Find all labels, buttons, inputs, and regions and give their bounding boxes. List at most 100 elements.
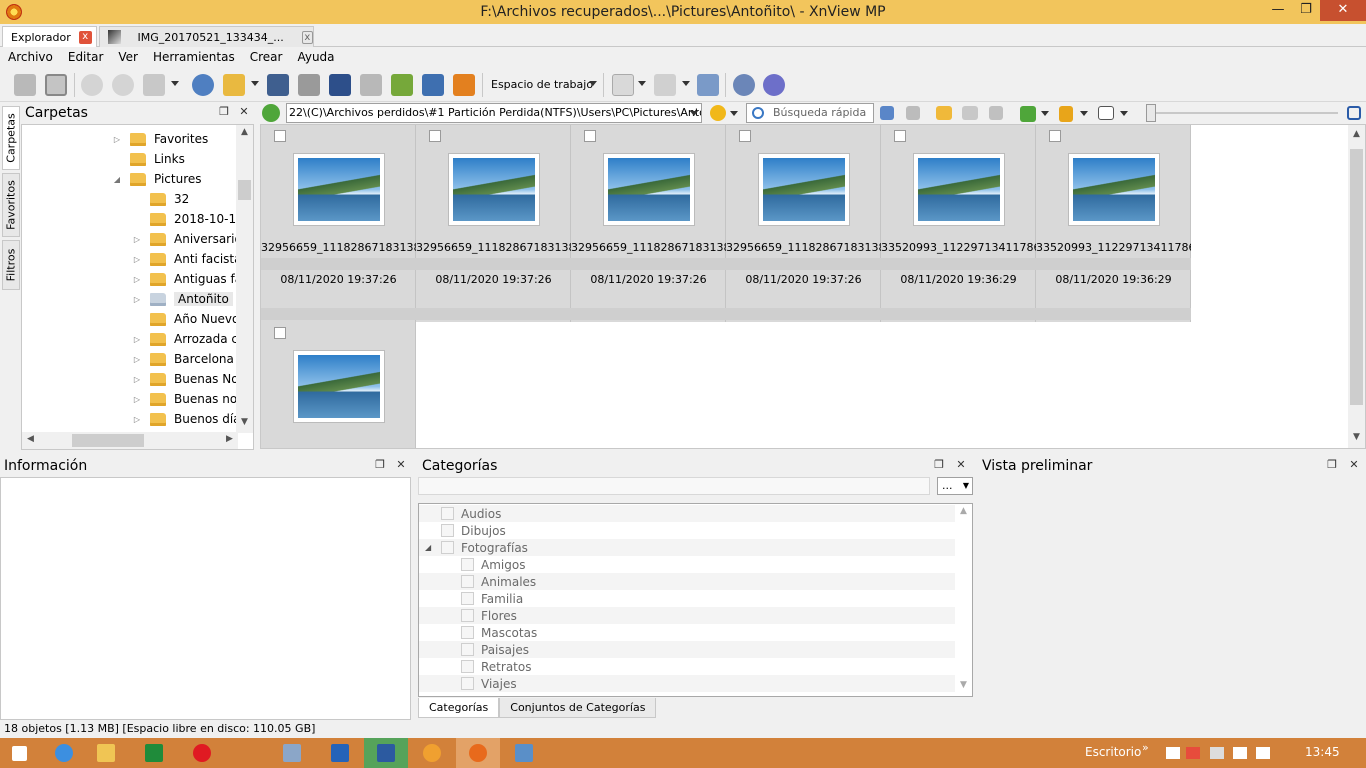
rotate-left-icon[interactable]: [81, 74, 103, 96]
view-mode-icon[interactable]: [1098, 106, 1114, 120]
expand-arrow-icon[interactable]: ▷: [132, 375, 142, 384]
panel-toggle-icon[interactable]: [1347, 106, 1361, 120]
category-checkbox[interactable]: [461, 626, 474, 639]
category-checkbox[interactable]: [461, 609, 474, 622]
info-icon[interactable]: [192, 74, 214, 96]
category-checkbox[interactable]: [461, 558, 474, 571]
menu-crear[interactable]: Crear: [242, 47, 290, 68]
back-arrow-icon[interactable]: [880, 106, 894, 120]
expand-arrow-icon[interactable]: ▷: [132, 355, 142, 364]
battery-icon[interactable]: [1210, 747, 1224, 759]
scroll-thumb[interactable]: [1350, 149, 1363, 405]
expand-arrow-icon[interactable]: ▷: [132, 415, 142, 424]
category-item[interactable]: Mascotas: [419, 624, 955, 641]
rename-icon[interactable]: [962, 106, 978, 120]
bookmark-dropdown-icon[interactable]: [682, 81, 690, 86]
star-favorites-icon[interactable]: [710, 105, 726, 121]
thumbnail-item[interactable]: 33520993_11229713411786... 08/11/2020 19:…: [881, 125, 1036, 322]
folder-tree-item[interactable]: ▷ Buenas Noch: [132, 369, 253, 389]
help-icon[interactable]: [763, 74, 785, 96]
taskbar-opera[interactable]: [180, 738, 224, 768]
category-item[interactable]: Flores: [419, 607, 955, 624]
category-item[interactable]: Paisajes: [419, 641, 955, 658]
tab-filtros[interactable]: Filtros: [2, 240, 20, 290]
folder-tree-item[interactable]: 2018-10-10: [132, 209, 244, 229]
bookmark-icon[interactable]: [654, 74, 676, 96]
category-item[interactable]: Viajes: [419, 675, 955, 692]
thumbnail-item[interactable]: 32956659_11182867183138... 08/11/2020 19:…: [571, 125, 726, 322]
category-checkbox[interactable]: [461, 660, 474, 673]
category-item[interactable]: Familia: [419, 590, 955, 607]
thumbnail-checkbox[interactable]: [274, 327, 286, 339]
close-icon[interactable]: ✕: [237, 105, 251, 119]
tab-conjuntos-categorias[interactable]: Conjuntos de Categorías: [499, 698, 657, 718]
rotate-right-icon[interactable]: [112, 74, 134, 96]
collapse-arrow-icon[interactable]: ◢: [425, 543, 431, 552]
undock-icon[interactable]: ❐: [373, 458, 387, 472]
thumbnail-item[interactable]: 32956659_11182867183138... 08/11/2020 19:…: [726, 125, 881, 322]
settings-icon[interactable]: [733, 74, 755, 96]
menu-archivo[interactable]: Archivo: [0, 47, 60, 68]
tab-favoritos[interactable]: Favoritos: [2, 173, 20, 237]
category-checkbox[interactable]: [461, 592, 474, 605]
close-window-button[interactable]: ✕: [1320, 0, 1366, 21]
taskbar-window[interactable]: [502, 738, 546, 768]
expand-arrow-icon[interactable]: ▷: [132, 235, 142, 244]
category-options-button[interactable]: ... ▼: [937, 477, 973, 495]
thumbnail-item[interactable]: 32956659_11182867183138... 08/11/2020 19:…: [416, 125, 571, 322]
tab-categorias[interactable]: Categorías: [418, 698, 500, 718]
tab-explorador[interactable]: Explorador x: [2, 26, 97, 48]
taskbar-app[interactable]: [364, 738, 408, 768]
tab-close-icon[interactable]: x: [301, 30, 313, 44]
workspace-dropdown-icon[interactable]: [589, 81, 597, 86]
thumbnail-grid[interactable]: 32956659_11182867183138... 08/11/2020 19:…: [260, 124, 1366, 449]
taskbar-excel[interactable]: [132, 738, 176, 768]
tray-up-icon[interactable]: [1166, 747, 1180, 759]
slider-handle[interactable]: [1146, 104, 1156, 122]
folder-tree-item[interactable]: Links: [112, 149, 185, 169]
new-folder-icon[interactable]: [936, 106, 952, 120]
quick-search-input[interactable]: Búsqueda rápida: [746, 103, 874, 123]
restore-button[interactable]: ❐: [1292, 0, 1320, 21]
transform-icon[interactable]: [143, 74, 165, 96]
delete-icon[interactable]: [989, 106, 1003, 120]
category-item[interactable]: Animales: [419, 573, 955, 590]
move-copy-icon[interactable]: [223, 74, 245, 96]
folder-tree-vscrollbar[interactable]: ▲ ▼: [236, 125, 253, 433]
close-icon[interactable]: ✕: [394, 458, 408, 472]
scroll-down-icon[interactable]: ▼: [1348, 432, 1365, 442]
folder-tree[interactable]: ▷ Favorites Links ◢ Pictures 32 2018-10-10 ▷ Ani…: [21, 124, 254, 450]
sort-dropdown-icon[interactable]: [1041, 111, 1049, 116]
sort-icon[interactable]: [1020, 106, 1036, 122]
taskbar-xnview[interactable]: [410, 738, 454, 768]
thumbnail-vscrollbar[interactable]: ▲ ▼: [1348, 125, 1365, 448]
camera-icon[interactable]: [422, 74, 444, 96]
thumbnail-checkbox[interactable]: [894, 130, 906, 142]
thumbnail-size-slider[interactable]: [1146, 104, 1338, 122]
category-checkbox[interactable]: [441, 507, 454, 520]
view-mode-dropdown-icon[interactable]: [1120, 111, 1128, 116]
thumbnail-item[interactable]: [261, 322, 416, 448]
print-icon[interactable]: [298, 74, 320, 96]
folder-tree-item[interactable]: Año Nuevo 2: [132, 309, 251, 329]
expand-arrow-icon[interactable]: ▷: [132, 395, 142, 404]
tab-carpetas[interactable]: Carpetas: [2, 106, 20, 170]
scroll-up-icon[interactable]: ▲: [1348, 129, 1365, 139]
folder-tree-item[interactable]: ▷ Buenos días: [132, 409, 247, 429]
category-list[interactable]: Audios Dibujos ◢ Fotografías Amigos Animales F…: [418, 503, 973, 697]
thumbnail-item[interactable]: 32956659_11182867183138... 08/11/2020 19:…: [261, 125, 416, 322]
path-input[interactable]: 22\(C)\Archivos perdidos\#1 Partición Pe…: [286, 103, 702, 123]
thumbnail-checkbox[interactable]: [739, 130, 751, 142]
scroll-left-icon[interactable]: ◀: [22, 434, 39, 444]
slideshow-icon[interactable]: [453, 74, 475, 96]
tab-image[interactable]: IMG_20170521_133434_... x: [99, 26, 314, 47]
minimize-button[interactable]: —: [1264, 0, 1292, 21]
taskbar-xnview-active[interactable]: [456, 738, 500, 768]
undock-icon[interactable]: ❐: [1325, 458, 1339, 472]
scroll-right-icon[interactable]: ▶: [221, 434, 238, 444]
category-filter-input[interactable]: [418, 477, 930, 495]
network-signal-icon[interactable]: [1233, 747, 1247, 759]
taskbar-photos[interactable]: [270, 738, 314, 768]
menu-ver[interactable]: Ver: [110, 47, 145, 68]
desktop-toolbar-label[interactable]: Escritorio: [1085, 745, 1141, 759]
